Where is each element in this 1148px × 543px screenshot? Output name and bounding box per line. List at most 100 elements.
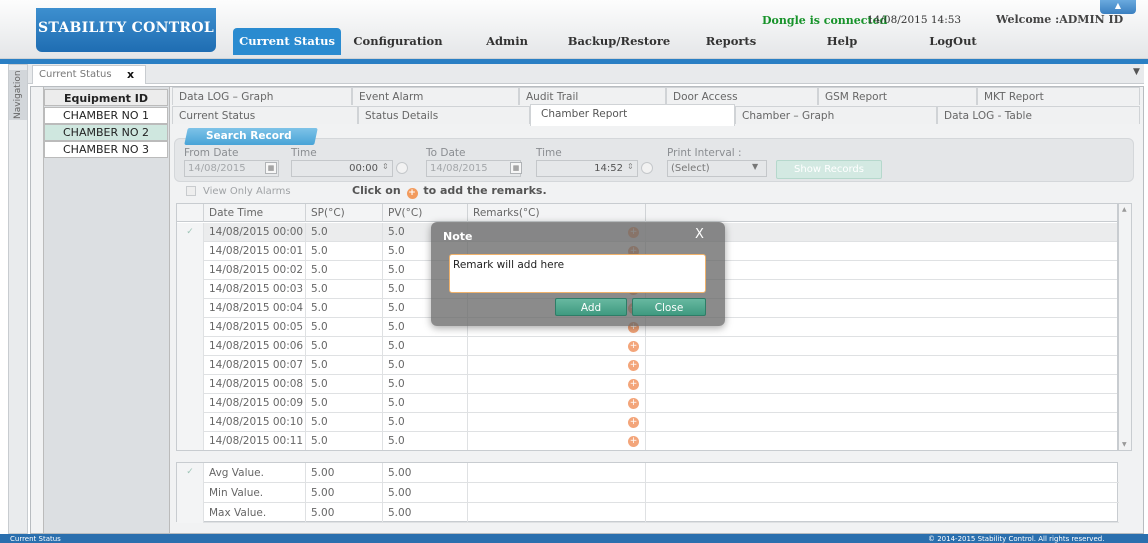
equipment-item-chamber-2[interactable]: CHAMBER NO 2 [44, 124, 168, 141]
row-selector[interactable] [177, 413, 203, 432]
clock-icon[interactable] [396, 162, 408, 174]
scroll-down-icon[interactable]: ▼ [1122, 441, 1127, 448]
tab-overflow-icon[interactable]: ▼ [1133, 67, 1140, 77]
time-from-field[interactable]: 00:00 [291, 160, 393, 177]
view-only-alarms-checkbox[interactable] [186, 186, 196, 196]
tab-data-log-graph[interactable]: Data LOG – Graph [172, 87, 352, 105]
add-remark-icon[interactable]: + [628, 417, 639, 428]
tab-current-status-report[interactable]: Current Status [172, 106, 358, 124]
sp-cell: 5.0 [305, 318, 382, 337]
table-row[interactable]: 14/08/2015 00:09 5.0 5.0 + [177, 394, 1117, 413]
close-tab-icon[interactable]: x [127, 66, 134, 84]
time-to-value: 14:52 [594, 163, 623, 174]
collapse-header-icon[interactable]: ▲ [1100, 0, 1136, 14]
tab-mkt-report[interactable]: MKT Report [977, 87, 1140, 105]
row-selector[interactable] [177, 375, 203, 394]
row-selector[interactable] [177, 299, 203, 318]
row-selector[interactable] [177, 242, 203, 261]
empty-cell [467, 483, 645, 503]
date-time-cell: 14/08/2015 00:03 [203, 280, 305, 299]
equipment-item-chamber-3[interactable]: CHAMBER NO 3 [44, 141, 168, 158]
nav-help[interactable]: Help [822, 28, 862, 55]
table-row[interactable]: 14/08/2015 00:07 5.0 5.0 + [177, 356, 1117, 375]
empty-cell [645, 337, 1117, 356]
time-to-field[interactable]: 14:52 [536, 160, 638, 177]
tab-chamber-graph[interactable]: Chamber – Graph [735, 106, 937, 124]
column-header-sp[interactable]: SP(°C) [305, 204, 382, 222]
nav-admin[interactable]: Admin [482, 28, 532, 55]
remarks-cell: + [467, 432, 645, 450]
tab-gsm-report[interactable]: GSM Report [818, 87, 977, 105]
time-from-value: 00:00 [349, 163, 378, 174]
time-to-label: Time [536, 147, 562, 159]
tab-audit-trail[interactable]: Audit Trail [519, 87, 666, 105]
column-header-remarks[interactable]: Remarks(°C) [467, 204, 645, 222]
row-selector [177, 483, 203, 503]
to-date-field[interactable]: 14/08/2015 [426, 160, 521, 177]
chevron-down-icon[interactable]: ▼ [752, 162, 758, 171]
empty-cell [467, 463, 645, 483]
sp-cell: 5.0 [305, 356, 382, 375]
table-header: Date Time SP(°C) PV(°C) Remarks(°C) [177, 204, 1117, 222]
navigation-toggle[interactable]: Navigation [9, 70, 27, 120]
table-row[interactable]: 14/08/2015 00:06 5.0 5.0 + [177, 337, 1117, 356]
row-selector[interactable] [177, 261, 203, 280]
row-selector[interactable] [177, 432, 203, 450]
tab-chamber-report[interactable]: Chamber Report [530, 104, 735, 126]
note-dialog-title: Note [443, 230, 473, 243]
equipment-item-chamber-1[interactable]: CHAMBER NO 1 [44, 107, 168, 124]
print-interval-label: Print Interval : [667, 147, 742, 159]
nav-current-status[interactable]: Current Status [233, 28, 341, 55]
remark-textarea[interactable]: Remark will add here [449, 254, 706, 293]
remarks-cell: + [467, 394, 645, 413]
summary-pv: 5.00 [382, 503, 467, 523]
sp-cell: 5.0 [305, 223, 382, 242]
calendar-icon[interactable]: ▦ [265, 162, 277, 174]
tab-status-details[interactable]: Status Details [358, 106, 530, 124]
row-selector[interactable] [177, 394, 203, 413]
show-records-button[interactable]: Show Records [776, 160, 882, 179]
close-icon[interactable]: X [695, 227, 704, 242]
nav-reports[interactable]: Reports [700, 28, 762, 55]
date-time-cell: 14/08/2015 00:06 [203, 337, 305, 356]
row-selector[interactable]: ✓ [177, 223, 203, 242]
empty-cell [645, 356, 1117, 375]
row-selector[interactable] [177, 337, 203, 356]
summary-pv: 5.00 [382, 483, 467, 503]
column-header-pv[interactable]: PV(°C) [382, 204, 467, 222]
clock-icon[interactable] [641, 162, 653, 174]
summary-table: ✓ Avg Value. 5.00 5.00 Min Value. 5.00 5.00 Max… [176, 462, 1119, 523]
row-selector[interactable] [177, 356, 203, 375]
table-row[interactable]: 14/08/2015 00:08 5.0 5.0 + [177, 375, 1117, 394]
time-spinner-icon[interactable]: ⇕ [382, 162, 389, 171]
tab-door-access[interactable]: Door Access [666, 87, 818, 105]
to-date-value: 14/08/2015 [430, 163, 488, 174]
table-scrollbar[interactable]: ▲ ▼ [1118, 203, 1132, 451]
column-header-empty [645, 204, 1117, 222]
remarks-cell: + [467, 413, 645, 432]
add-remark-icon[interactable]: + [628, 436, 639, 447]
tab-current-status[interactable]: Current Status x [32, 65, 146, 84]
to-date-label: To Date [426, 147, 466, 159]
row-selector[interactable] [177, 280, 203, 299]
add-remark-icon[interactable]: + [628, 360, 639, 371]
tab-event-alarm[interactable]: Event Alarm [352, 87, 519, 105]
add-remark-icon[interactable]: + [628, 398, 639, 409]
column-header-date-time[interactable]: Date Time [203, 204, 305, 222]
nav-logout[interactable]: LogOut [924, 28, 982, 55]
pv-cell: 5.0 [382, 337, 467, 356]
calendar-icon[interactable]: ▦ [510, 162, 522, 174]
table-row[interactable]: 14/08/2015 00:11 5.0 5.0 + [177, 432, 1117, 450]
add-remark-icon[interactable]: + [628, 379, 639, 390]
add-button[interactable]: Add [555, 298, 627, 316]
empty-cell [645, 463, 1119, 483]
time-spinner-icon[interactable]: ⇕ [627, 162, 634, 171]
close-button[interactable]: Close [632, 298, 706, 316]
nav-configuration[interactable]: Configuration [350, 28, 446, 55]
row-selector[interactable] [177, 318, 203, 337]
table-row[interactable]: 14/08/2015 00:10 5.0 5.0 + [177, 413, 1117, 432]
scroll-up-icon[interactable]: ▲ [1122, 206, 1127, 213]
tab-data-log-table[interactable]: Data LOG - Table [937, 106, 1140, 124]
nav-backup-restore[interactable]: Backup/Restore [563, 28, 675, 55]
add-remark-icon[interactable]: + [628, 341, 639, 352]
